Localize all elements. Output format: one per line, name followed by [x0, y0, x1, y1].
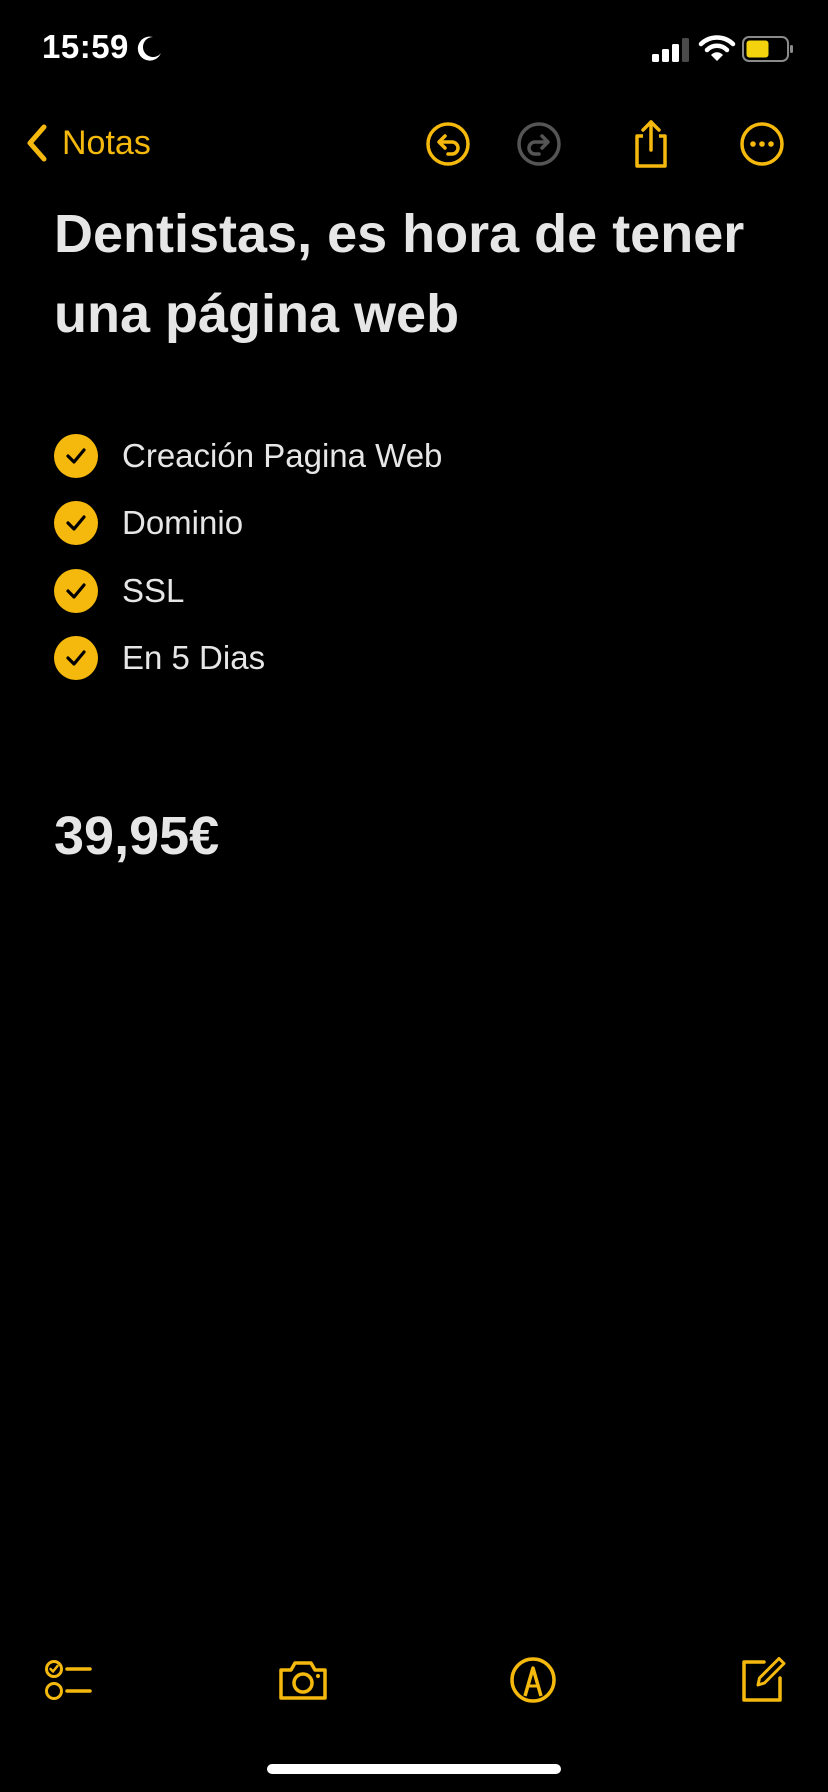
compose-icon [742, 1657, 786, 1702]
checklist-item-label[interactable]: Creación Pagina Web [122, 437, 442, 475]
checklist-item-label[interactable]: SSL [122, 572, 184, 610]
camera-icon [279, 1661, 327, 1700]
checkmark-icon [66, 448, 86, 464]
price-text[interactable]: 39,95€ [54, 805, 219, 867]
note-title-line-2: una página web [54, 284, 460, 344]
checkbox-checked[interactable] [54, 433, 98, 478]
compose-button[interactable] [734, 1652, 790, 1708]
redo-button[interactable] [511, 116, 567, 172]
home-indicator[interactable] [267, 1764, 561, 1774]
note-title[interactable]: Dentistas, es hora de tener una página w… [54, 194, 794, 354]
battery-icon [742, 36, 793, 62]
checkmark-icon [66, 515, 86, 531]
checklist-item: SSL [54, 557, 794, 625]
status-bar: 15:59 [0, 0, 828, 100]
checklist-item: Creación Pagina Web [54, 422, 794, 490]
checklist-button[interactable] [40, 1652, 96, 1708]
checklist-item: En 5 Dias [54, 625, 794, 693]
chevron-left-icon [27, 124, 47, 162]
checkbox-checked[interactable] [54, 636, 98, 681]
back-button[interactable]: Notas [22, 118, 151, 168]
checklist: Creación Pagina Web Dominio SSL En 5 Dia… [54, 422, 794, 692]
checkmark-icon [66, 583, 86, 599]
moon-icon [137, 36, 161, 61]
checkmark-icon [66, 650, 86, 666]
bottom-toolbar [0, 1640, 828, 1720]
checkbox-checked[interactable] [54, 501, 98, 546]
share-icon [635, 120, 667, 168]
more-icon [740, 122, 784, 166]
markup-button[interactable] [505, 1652, 561, 1708]
redo-icon [517, 122, 561, 166]
wifi-icon [698, 35, 736, 61]
signal-icon [652, 38, 689, 62]
checklist-item-label[interactable]: Dominio [122, 504, 243, 542]
undo-icon [426, 122, 470, 166]
more-button[interactable] [734, 116, 790, 172]
markup-pen-icon [510, 1657, 556, 1703]
checklist-item: Dominio [54, 490, 794, 558]
checklist-icon [45, 1660, 92, 1700]
camera-button[interactable] [275, 1652, 331, 1708]
checkbox-checked[interactable] [54, 568, 98, 613]
undo-button[interactable] [420, 116, 476, 172]
status-time: 15:59 [42, 28, 129, 65]
checklist-item-label[interactable]: En 5 Dias [122, 639, 265, 677]
note-title-line-1: Dentistas, es hora de tener [54, 204, 745, 264]
share-button[interactable] [623, 116, 679, 172]
back-label: Notas [62, 123, 151, 162]
nav-bar: Notas [0, 100, 828, 190]
